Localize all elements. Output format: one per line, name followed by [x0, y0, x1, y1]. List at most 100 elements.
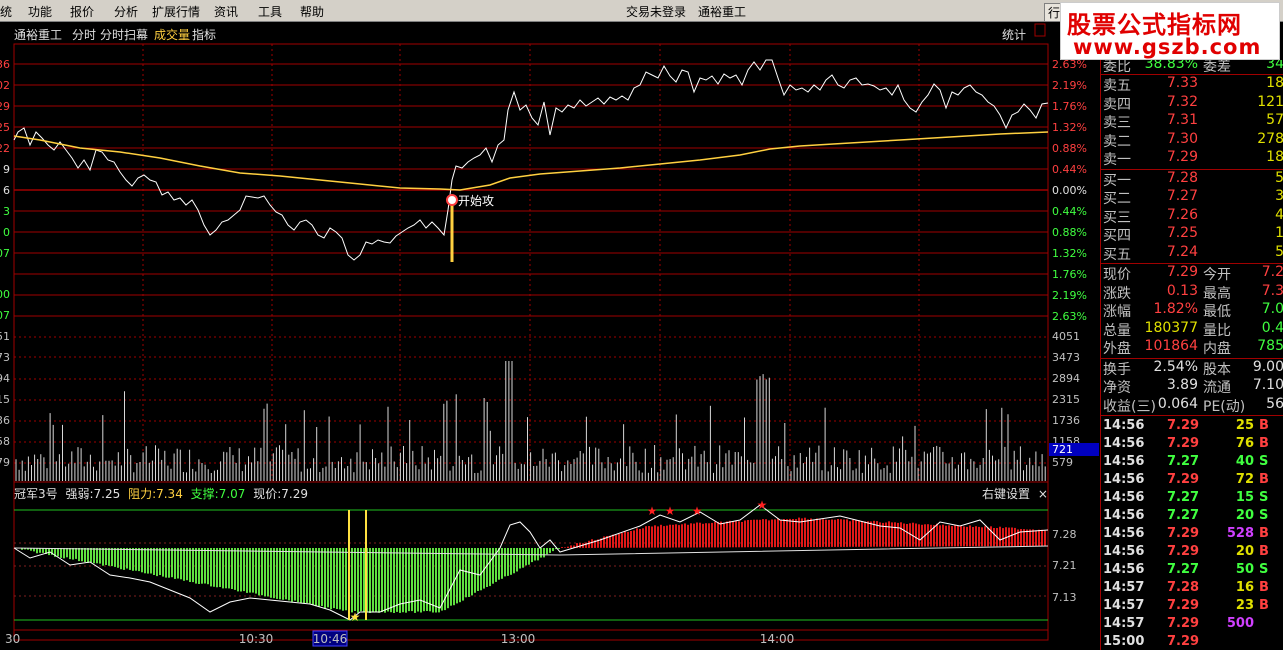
- support-label: 支撑:: [190, 487, 219, 501]
- tick-row: 14:56 7.29 72 B: [1101, 472, 1283, 490]
- bid-row: 买三 7.26 4: [1101, 206, 1283, 226]
- sell-star-icon: ★: [692, 504, 703, 518]
- tick-direction: B: [1259, 580, 1269, 595]
- tick-row: 14:56 7.29 20 B: [1101, 544, 1283, 562]
- tick-volume: 72: [1235, 472, 1254, 487]
- tick-row: 14:56 7.29 25 B: [1101, 418, 1283, 436]
- price-axis-right-label: 1.76%: [1052, 268, 1087, 281]
- ask-row: 卖一 7.29 18: [1101, 149, 1283, 168]
- stat-row: 涨跌 0.13 最高 7.3: [1101, 282, 1283, 302]
- stat-value: 7.2: [1261, 264, 1283, 280]
- resistance-value: 7.34: [156, 487, 183, 501]
- support-value: 7.07: [218, 487, 246, 501]
- tick-direction: S: [1259, 508, 1269, 523]
- stat-value: 785: [1257, 338, 1283, 354]
- tick-price: 7.29: [1167, 616, 1200, 631]
- stat-value: 7.3: [1261, 282, 1283, 299]
- ask-row: 卖三 7.31 57: [1101, 112, 1283, 131]
- tick-price: 7.29: [1167, 634, 1200, 649]
- bid-price: 7.24: [1166, 243, 1198, 260]
- ask-price: 7.33: [1166, 75, 1198, 91]
- bid-label: 买一: [1103, 172, 1131, 189]
- tick-price: 7.27: [1167, 508, 1200, 523]
- price-axis-right-label: 2.19%: [1052, 79, 1087, 92]
- stat-label: 最低: [1203, 304, 1231, 320]
- tick-time: 14:56: [1103, 454, 1145, 469]
- fundamental-label: 收益(三): [1103, 398, 1156, 415]
- tick-time: 14:57: [1103, 616, 1145, 631]
- tick-price: 7.29: [1167, 436, 1200, 451]
- indicator-settings[interactable]: 右键设置 ×: [982, 485, 1048, 502]
- tick-volume: 23: [1235, 598, 1254, 613]
- tick-volume: 25: [1235, 418, 1254, 433]
- tick-time: 14:57: [1103, 598, 1145, 613]
- price-axis-left-label: 29: [0, 100, 10, 113]
- close-icon[interactable]: ×: [1038, 487, 1048, 501]
- axis-labels: 360229252296300700072.63%2.19%1.76%1.32%…: [0, 58, 1099, 647]
- tick-row: 14:56 7.29 76 B: [1101, 436, 1283, 454]
- ask-volume: 57: [1266, 112, 1283, 128]
- tick-price: 7.29: [1167, 544, 1200, 559]
- stat-value: 7.0: [1261, 301, 1283, 317]
- stat-value: 0.13: [1166, 282, 1198, 299]
- price-axis-left-label: 25: [0, 121, 10, 134]
- settings-label[interactable]: 右键设置: [982, 487, 1030, 501]
- volume-axis-left-label: 73: [0, 351, 10, 364]
- price-axis-right-label: 2.19%: [1052, 289, 1087, 302]
- volume-axis-left-label: 58: [0, 435, 10, 448]
- cursor-value: 721: [1052, 443, 1073, 456]
- ask-price: 7.31: [1166, 112, 1198, 128]
- tick-price: 7.29: [1167, 472, 1200, 487]
- tick-price: 7.29: [1167, 526, 1200, 541]
- ask-volume: 121: [1257, 93, 1283, 110]
- fundamental-value: 56: [1266, 395, 1283, 412]
- stat-label: 现价: [1103, 267, 1131, 283]
- tick-time: 15:00: [1103, 634, 1145, 649]
- price-axis-left-label: 07: [0, 247, 10, 260]
- fundamental-label: 净资: [1103, 380, 1131, 396]
- tick-price: 7.29: [1167, 418, 1200, 433]
- tick-row: 14:57 7.29 23 B: [1101, 598, 1283, 616]
- volume-axis-left-label: 15: [0, 393, 10, 406]
- volume-axis-left-label: 94: [0, 372, 10, 385]
- ask-price: 7.32: [1166, 93, 1198, 110]
- fundamental-value: 2.54%: [1153, 358, 1198, 375]
- indicator-axis-label: 7.21: [1052, 559, 1077, 572]
- time-axis-label: 14:00: [760, 632, 795, 646]
- price-axis-left-label: 9: [3, 163, 10, 176]
- bid-label: 买三: [1103, 209, 1131, 226]
- tick-time: 14:56: [1103, 508, 1145, 523]
- corner-box: [1034, 23, 1046, 37]
- stat-label: 量比: [1203, 322, 1231, 339]
- tick-volume: 15: [1235, 490, 1254, 505]
- tick-time: 14:56: [1103, 544, 1145, 559]
- volume-axis-left-label: 51: [0, 330, 10, 343]
- stat-label: 涨幅: [1103, 304, 1131, 320]
- volume-axis-left-label: 79: [0, 456, 10, 469]
- stat-row: 外盘 101864 内盘 785: [1101, 338, 1283, 357]
- ask-label: 卖四: [1103, 96, 1131, 113]
- indicator-axis-label: 7.28: [1052, 528, 1077, 541]
- price-axis-left-label: 0: [3, 226, 10, 239]
- banner-url: www.gszb.com: [1073, 35, 1262, 59]
- bid-price: 7.26: [1166, 206, 1198, 223]
- tick-price: 7.29: [1167, 598, 1200, 613]
- price-axis-right-label: 0.88%: [1052, 226, 1087, 239]
- fundamental-value: 9.00: [1252, 358, 1283, 375]
- strength-label: 强弱:: [65, 487, 94, 501]
- price-axis-right-label: 0.00%: [1052, 184, 1087, 197]
- fundamental-label: 换手: [1103, 361, 1131, 378]
- ask-row: 卖二 7.30 278: [1101, 131, 1283, 150]
- bid-label: 买四: [1103, 228, 1131, 244]
- tick-row: 14:57 7.28 16 B: [1101, 580, 1283, 598]
- chart-canvas[interactable]: 360229252296300700072.63%2.19%1.76%1.32%…: [0, 0, 1100, 650]
- price-axis-left-label: 3: [3, 205, 10, 218]
- ask-volume: 18: [1266, 149, 1283, 165]
- tick-row: 14:56 7.27 15 S: [1101, 490, 1283, 508]
- stat-value: 7.29: [1166, 264, 1198, 280]
- fundamental-value: 7.10: [1252, 377, 1283, 393]
- tick-price: 7.27: [1167, 562, 1200, 577]
- fundamental-row: 换手 2.54% 股本 9.00: [1101, 358, 1283, 378]
- tick-volume: 528: [1226, 526, 1254, 541]
- bid-label: 买二: [1103, 191, 1131, 207]
